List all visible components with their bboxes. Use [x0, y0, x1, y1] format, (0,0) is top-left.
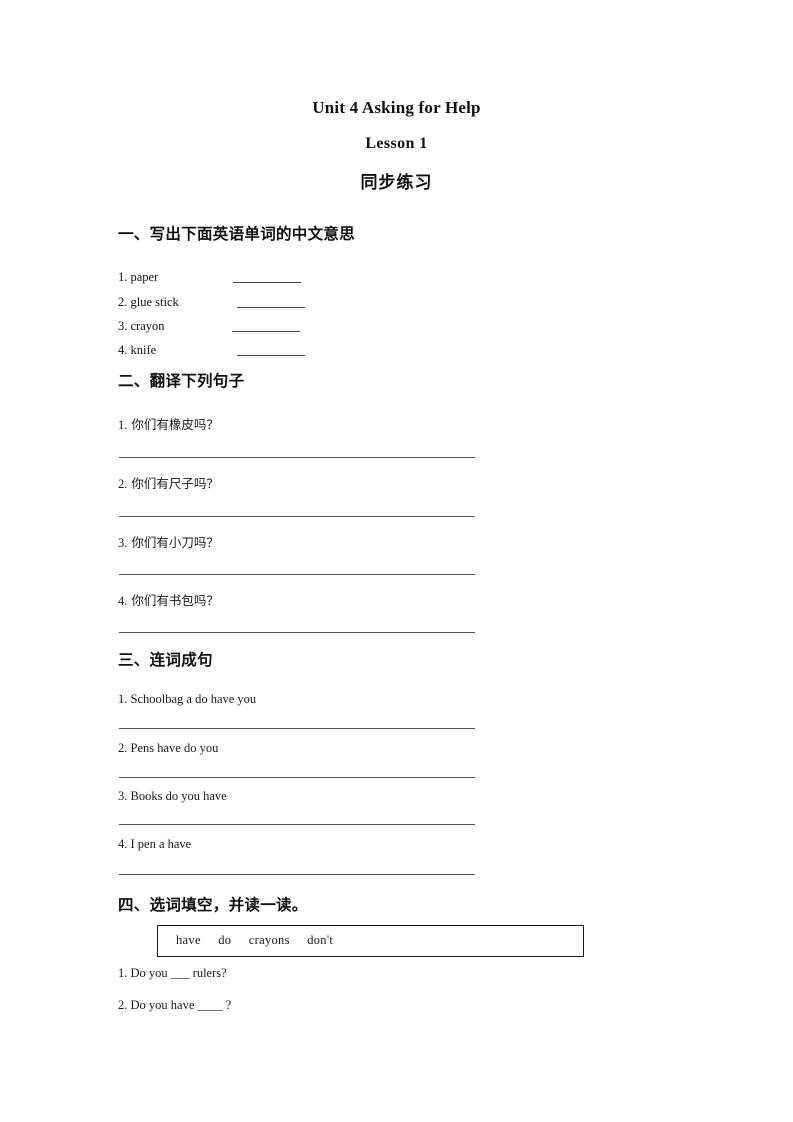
- worksheet-page: Unit 4 Asking for Help Lesson 1 同步练习 一、写…: [0, 0, 793, 1122]
- page-title: Unit 4 Asking for Help: [312, 98, 481, 117]
- item-number: 3.: [118, 536, 128, 550]
- vocab-item-4: 4. knife: [118, 343, 156, 358]
- item-number: 3.: [118, 789, 128, 803]
- vocab-answer-blank-3[interactable]: [232, 331, 300, 332]
- vocab-term-text: glue stick: [130, 295, 179, 309]
- translate-item-1: 1. 你们有橡皮吗？: [118, 414, 219, 433]
- vocab-answer-blank-2[interactable]: [237, 307, 305, 308]
- item-text: Schoolbag a do have you: [130, 692, 257, 706]
- word-bank-words: have do crayons don't: [176, 933, 347, 948]
- item-text: 你们有尺子吗？: [131, 476, 219, 491]
- item-number: 2.: [118, 477, 128, 491]
- unscramble-item-1: 1. Schoolbag a do have you: [118, 692, 256, 707]
- word-bank-word-3[interactable]: crayons: [249, 933, 290, 947]
- item-number: 4.: [118, 837, 128, 851]
- item-text: Do you ___ rulers?: [130, 966, 227, 980]
- item-text: I pen a have: [130, 837, 192, 851]
- item-text: 你们有橡皮吗？: [131, 417, 219, 432]
- unscramble-item-2: 2. Pens have do you: [118, 741, 218, 756]
- item-text: 你们有书包吗？: [131, 593, 219, 608]
- translate-item-3: 3. 你们有小刀吗？: [118, 532, 219, 551]
- item-number: 1.: [118, 418, 128, 432]
- answer-rule-4[interactable]: [119, 632, 475, 633]
- vocab-number: 4.: [118, 343, 128, 357]
- word-bank-box: have do crayons don't: [157, 925, 584, 957]
- unscramble-item-4: 4. I pen a have: [118, 837, 191, 852]
- translate-item-4: 4. 你们有书包吗？: [118, 590, 219, 609]
- answer-rule-5[interactable]: [119, 728, 475, 729]
- vocab-item-3: 3. crayon: [118, 319, 165, 334]
- vocab-term-text: knife: [130, 343, 157, 357]
- vocab-answer-blank-4[interactable]: [237, 355, 305, 356]
- section-heading-1: 一、写出下面英语单词的中文意思: [118, 225, 356, 243]
- item-text: Books do you have: [130, 789, 227, 803]
- vocab-item-2: 2. glue stick: [118, 295, 179, 310]
- item-text: 你们有小刀吗？: [131, 535, 219, 550]
- fill-blank-item-2: 2. Do you have ____ ?: [118, 998, 231, 1013]
- word-bank-word-2[interactable]: do: [218, 933, 231, 947]
- item-number: 2.: [118, 741, 128, 755]
- lesson-subtitle: Lesson 1: [365, 135, 428, 152]
- vocab-number: 2.: [118, 295, 128, 309]
- unscramble-item-3: 3. Books do you have: [118, 789, 227, 804]
- item-number: 2.: [118, 998, 128, 1012]
- vocab-term-text: crayon: [130, 319, 165, 333]
- answer-rule-7[interactable]: [119, 824, 475, 825]
- answer-rule-3[interactable]: [119, 574, 475, 575]
- translate-item-2: 2. 你们有尺子吗？: [118, 473, 219, 492]
- vocab-answer-blank-1[interactable]: [233, 282, 301, 283]
- vocab-item-1: 1. paper: [118, 270, 158, 285]
- section-heading-4: 四、选词填空，并读一读。: [118, 896, 308, 914]
- answer-rule-6[interactable]: [119, 777, 475, 778]
- section-heading-3: 三、连词成句: [118, 651, 213, 669]
- answer-rule-2[interactable]: [119, 516, 475, 517]
- item-number: 1.: [118, 692, 128, 706]
- exercise-type-title: 同步练习: [360, 173, 433, 193]
- item-text: Do you have ____ ?: [130, 998, 232, 1012]
- section-heading-2: 二、翻译下列句子: [118, 372, 245, 390]
- item-number: 4.: [118, 594, 128, 608]
- answer-rule-8[interactable]: [119, 874, 475, 875]
- vocab-number: 3.: [118, 319, 128, 333]
- answer-rule-1[interactable]: [119, 457, 475, 458]
- word-bank-word-4[interactable]: don't: [307, 933, 333, 947]
- item-text: Pens have do you: [130, 741, 219, 755]
- item-number: 1.: [118, 966, 128, 980]
- vocab-number: 1.: [118, 270, 128, 284]
- fill-blank-item-1: 1. Do you ___ rulers?: [118, 966, 227, 981]
- word-bank-word-1[interactable]: have: [176, 933, 201, 947]
- vocab-term-text: paper: [130, 270, 159, 284]
